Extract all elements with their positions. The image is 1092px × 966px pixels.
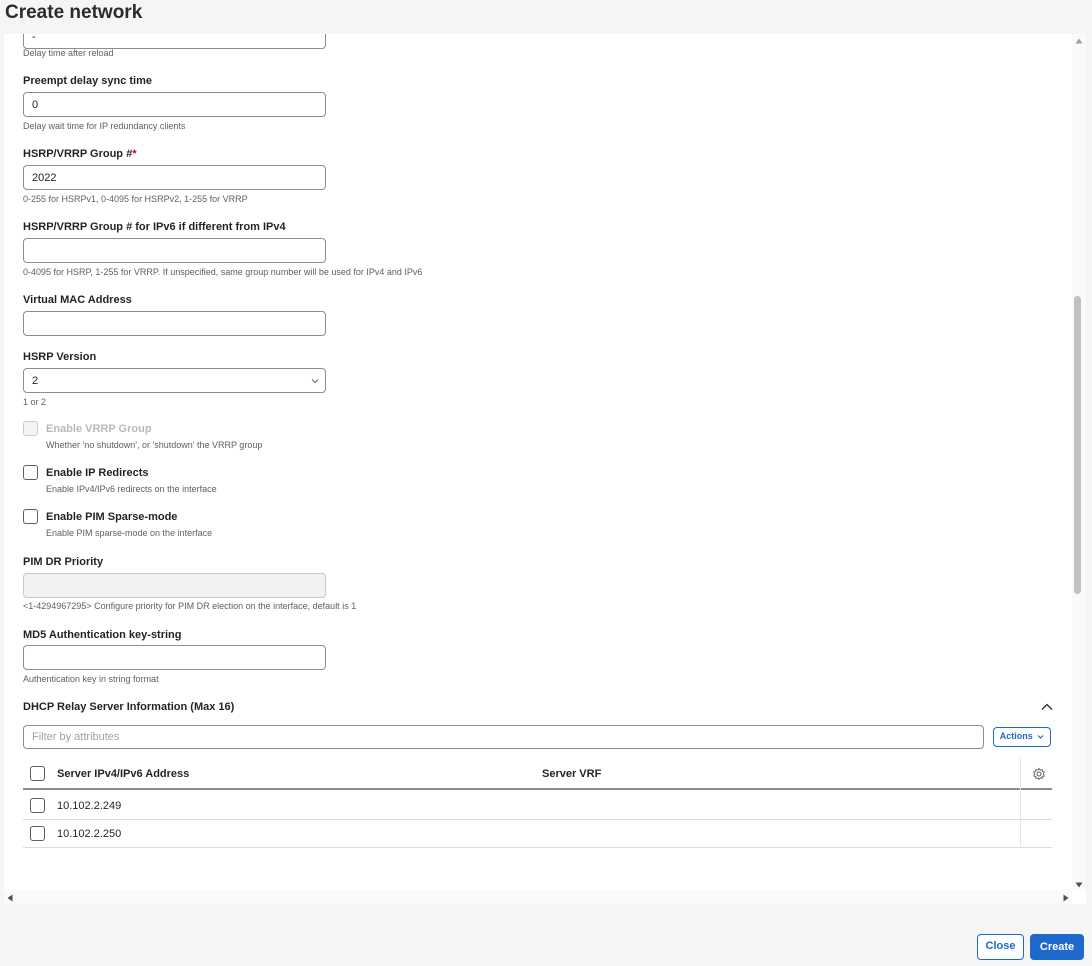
select-all-checkbox[interactable] bbox=[30, 766, 45, 781]
actions-button-label: Actions bbox=[999, 731, 1033, 741]
pim-dr-priority-help: <1-4294967295> Configure priority for PI… bbox=[23, 601, 357, 611]
filter-input[interactable]: Filter by attributes bbox=[23, 725, 984, 749]
chevron-down-icon bbox=[311, 379, 319, 384]
scroll-up-arrow-icon[interactable] bbox=[1075, 38, 1083, 44]
md5-key-input[interactable] bbox=[23, 645, 326, 670]
enable-vrrp-group-help: Whether 'no shutdown', or 'shutdown' the… bbox=[46, 440, 263, 450]
table-header-row: Server IPv4/IPv6 Address Server VRF bbox=[23, 758, 1052, 790]
delay-after-reload-help: Delay time after reload bbox=[23, 48, 114, 58]
hsrp-group-input[interactable]: 2022 bbox=[23, 165, 326, 190]
vertical-scroll-thumb[interactable] bbox=[1074, 296, 1081, 594]
required-marker: * bbox=[132, 148, 137, 160]
pim-dr-priority-input[interactable] bbox=[23, 573, 326, 598]
dhcp-section-title: DHCP Relay Server Information (Max 16) bbox=[23, 701, 235, 713]
hsrp-group-value: 2022 bbox=[32, 172, 57, 184]
hsrp-version-label: HSRP Version bbox=[23, 351, 97, 363]
scroll-right-arrow-icon[interactable] bbox=[1063, 894, 1069, 902]
close-button[interactable]: Close bbox=[977, 934, 1024, 960]
scroll-left-arrow-icon[interactable] bbox=[7, 894, 13, 902]
enable-vrrp-group-checkbox[interactable] bbox=[23, 421, 38, 436]
hsrp-group-ipv6-help: 0-4095 for HSRP, 1-255 for VRRP. If unsp… bbox=[23, 267, 423, 277]
hsrp-version-select[interactable]: 2 bbox=[23, 368, 326, 393]
chevron-down-icon bbox=[1037, 734, 1044, 739]
column-separator bbox=[1020, 820, 1021, 848]
virtual-mac-label: Virtual MAC Address bbox=[23, 294, 132, 306]
column-header-address[interactable]: Server IPv4/IPv6 Address bbox=[57, 768, 189, 780]
hsrp-version-help: 1 or 2 bbox=[23, 397, 47, 407]
virtual-mac-input[interactable] bbox=[23, 311, 326, 336]
form-scroll-area: - Delay time after reload Preempt delay … bbox=[4, 34, 1072, 890]
preempt-delay-sync-help: Delay wait time for IP redundancy client… bbox=[23, 121, 186, 131]
hsrp-group-ipv6-label: HSRP/VRRP Group # for IPv6 if different … bbox=[23, 221, 286, 233]
preempt-delay-sync-label: Preempt delay sync time bbox=[23, 75, 153, 87]
enable-vrrp-group-label: Enable VRRP Group bbox=[46, 423, 152, 435]
preempt-delay-sync-value: 0 bbox=[32, 99, 39, 111]
hsrp-version-value: 2 bbox=[32, 375, 39, 387]
column-separator bbox=[1020, 792, 1021, 820]
enable-ip-redirects-label: Enable IP Redirects bbox=[46, 467, 149, 479]
enable-pim-sparse-checkbox[interactable] bbox=[23, 509, 38, 524]
horizontal-scrollbar[interactable] bbox=[4, 890, 1072, 904]
chevron-up-icon[interactable] bbox=[1040, 702, 1054, 712]
delay-after-reload-value: - bbox=[32, 34, 36, 43]
delay-after-reload-input[interactable]: - bbox=[23, 34, 326, 49]
scroll-down-arrow-icon[interactable] bbox=[1075, 882, 1083, 888]
server-address-cell: 10.102.2.250 bbox=[57, 828, 122, 840]
enable-pim-sparse-help: Enable PIM sparse-mode on the interface bbox=[46, 528, 213, 538]
enable-ip-redirects-help: Enable IPv4/IPv6 redirects on the interf… bbox=[46, 484, 217, 494]
column-header-vrf[interactable]: Server VRF bbox=[542, 768, 601, 780]
hsrp-group-label: HSRP/VRRP Group #* bbox=[23, 148, 137, 160]
form-panel: - Delay time after reload Preempt delay … bbox=[4, 34, 1086, 904]
table-row[interactable]: 10.102.2.249 bbox=[23, 792, 1052, 820]
md5-key-label: MD5 Authentication key-string bbox=[23, 629, 182, 641]
server-address-cell: 10.102.2.249 bbox=[57, 800, 122, 812]
enable-ip-redirects-checkbox[interactable] bbox=[23, 465, 38, 480]
md5-key-help: Authentication key in string format bbox=[23, 674, 159, 684]
page-title: Create network bbox=[5, 2, 143, 23]
row-checkbox[interactable] bbox=[30, 826, 45, 841]
actions-button[interactable]: Actions bbox=[993, 727, 1051, 747]
hsrp-group-help: 0-255 for HSRPv1, 0-4095 for HSRPv2, 1-2… bbox=[23, 194, 248, 204]
create-button[interactable]: Create bbox=[1030, 934, 1084, 960]
hsrp-group-ipv6-input[interactable] bbox=[23, 238, 326, 263]
enable-pim-sparse-label: Enable PIM Sparse-mode bbox=[46, 511, 178, 523]
hsrp-group-label-text: HSRP/VRRP Group # bbox=[23, 148, 133, 160]
column-separator bbox=[1020, 758, 1021, 790]
row-checkbox[interactable] bbox=[30, 798, 45, 813]
pim-dr-priority-label: PIM DR Priority bbox=[23, 556, 104, 568]
preempt-delay-sync-input[interactable]: 0 bbox=[23, 92, 326, 117]
table-row[interactable]: 10.102.2.250 bbox=[23, 820, 1052, 848]
gear-icon[interactable] bbox=[1032, 767, 1046, 781]
